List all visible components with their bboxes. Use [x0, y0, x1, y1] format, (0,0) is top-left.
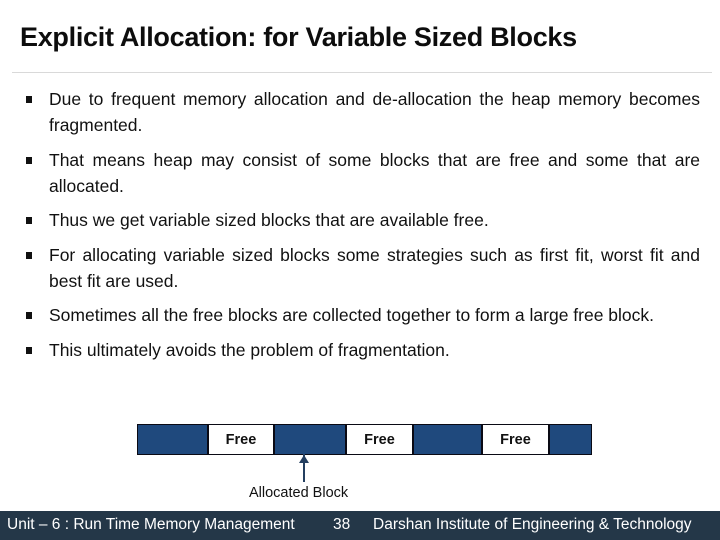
bullet-text: For allocating variable sized blocks som… — [49, 244, 700, 291]
square-bullet-icon — [26, 156, 32, 164]
bullet-list: Due to frequent memory allocation and de… — [24, 86, 700, 371]
bullet-text: Due to frequent memory allocation and de… — [49, 89, 700, 135]
square-bullet-icon — [26, 346, 32, 354]
bullet-text: Thus we get variable sized blocks that a… — [49, 210, 489, 230]
square-bullet-icon — [26, 217, 32, 224]
footer-institute: Darshan Institute of Engineering & Techn… — [373, 516, 692, 533]
bullet-item: Sometimes all the free blocks are collec… — [24, 302, 700, 328]
square-bullet-icon — [26, 312, 32, 319]
free-block-label: Free — [225, 431, 257, 448]
allocated-block — [550, 425, 591, 454]
free-block: Free — [207, 425, 275, 454]
slide-footer: Unit – 6 : Run Time Memory Management 38… — [0, 511, 720, 540]
bullet-text: Sometimes all the free blocks are collec… — [49, 305, 655, 325]
bullet-item: This ultimately avoids the problem of fr… — [24, 337, 700, 363]
allocated-block — [275, 425, 345, 454]
square-bullet-icon — [26, 96, 32, 103]
free-block-label: Free — [500, 431, 531, 448]
bullet-text: That means heap may consist of some bloc… — [49, 149, 700, 196]
bullet-item: For allocating variable sized blocks som… — [24, 242, 700, 294]
bullet-text: This ultimately avoids the problem of fr… — [49, 339, 450, 360]
arrow-up-icon — [299, 455, 309, 463]
allocated-block — [414, 425, 481, 454]
square-bullet-icon — [26, 251, 32, 259]
free-block-label: Free — [364, 431, 395, 448]
title-divider — [12, 72, 712, 73]
heap-diagram: Free Free Free — [137, 424, 592, 456]
free-block: Free — [481, 425, 550, 454]
slide-title: Explicit Allocation: for Variable Sized … — [20, 22, 577, 52]
bullet-item: That means heap may consist of some bloc… — [24, 147, 700, 199]
free-block: Free — [345, 425, 414, 454]
bullet-item: Thus we get variable sized blocks that a… — [24, 207, 700, 233]
allocated-block-label: Allocated Block — [249, 485, 349, 501]
footer-unit-title: Unit – 6 : Run Time Memory Management — [7, 516, 295, 533]
allocated-block — [138, 425, 207, 454]
memory-bar: Free Free Free — [137, 424, 592, 455]
page-number: 38 — [333, 516, 351, 533]
bullet-item: Due to frequent memory allocation and de… — [24, 86, 700, 138]
